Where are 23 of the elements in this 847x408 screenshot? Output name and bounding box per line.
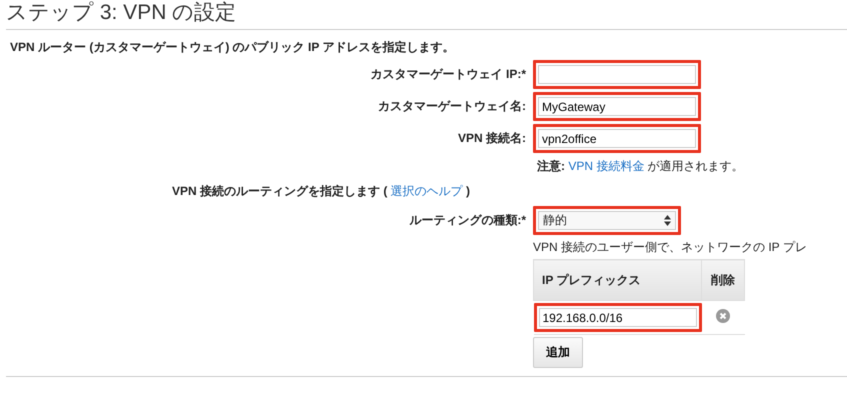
- column-header: 削除: [702, 260, 744, 300]
- add-button[interactable]: 追加: [533, 337, 583, 368]
- note-text: が適用されます。: [648, 159, 744, 173]
- field-label: ルーティングの種類:*: [408, 212, 526, 229]
- remove-icon[interactable]: [716, 309, 730, 323]
- pricing-link[interactable]: VPN 接続料金: [568, 159, 644, 173]
- field-label: VPN 接続名:: [456, 130, 526, 147]
- select-arrows-icon: [664, 215, 671, 226]
- intro-text: VPN ルーター (カスタマーゲートウェイ) のパブリック IP アドレスを指定します。: [10, 39, 456, 56]
- note-label: 注意:: [537, 159, 565, 173]
- routing-description: VPN 接続のユーザー側で、ネットワークの IP プレ: [533, 239, 807, 256]
- routing-heading: VPN 接続のルーティングを指定します (: [172, 184, 388, 198]
- input-field[interactable]: 192.168.0.0/16: [538, 308, 696, 327]
- input-field[interactable]: vpn2office: [538, 129, 696, 148]
- input-field[interactable]: [538, 65, 696, 84]
- field-label: カスタマーゲートウェイ IP:*: [370, 66, 526, 83]
- help-link[interactable]: 選択のヘルプ: [390, 184, 463, 198]
- input-field[interactable]: MyGateway: [538, 97, 696, 116]
- page-title: ステップ 3: VPN の設定: [5, 0, 238, 26]
- routing-select[interactable]: 静的: [538, 211, 676, 230]
- field-label: カスタマーゲートウェイ名:: [377, 98, 526, 115]
- closing-paren: ): [466, 184, 470, 198]
- column-header: IP プレフィックス: [534, 260, 702, 300]
